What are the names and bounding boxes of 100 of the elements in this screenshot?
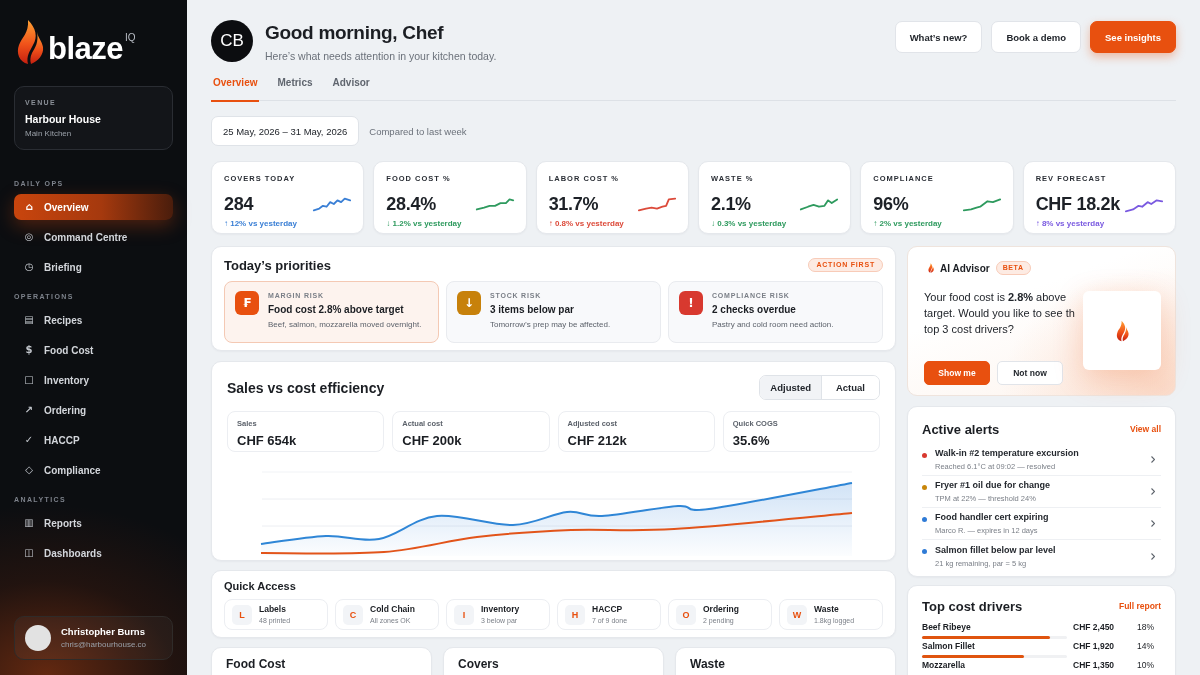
chevron-right-icon xyxy=(1151,552,1155,560)
columns-icon: ◫ xyxy=(24,547,34,559)
shortcut-label: Waste xyxy=(814,604,839,614)
stat-value: 35.6% xyxy=(732,433,770,449)
user-card[interactable]: Christopher Burns chris@harbourhouse.co xyxy=(14,616,173,660)
venue-sublabel: Main Kitchen xyxy=(25,129,72,139)
card-title: Food Cost xyxy=(226,657,286,671)
arrow-icon: ↗ xyxy=(24,404,34,416)
shortcut-label: Cold Chain xyxy=(370,604,415,614)
nav-item[interactable]: ▤ Recipes xyxy=(14,307,173,333)
kpi-value: 2.1% xyxy=(711,193,751,215)
letter-icon: C xyxy=(343,604,363,625)
driver-amount: CHF 2,450 xyxy=(1073,622,1115,632)
avatar-icon xyxy=(25,625,51,651)
greeting-subtitle: Here’s what needs attention in your kitchen today. xyxy=(265,50,497,63)
grid-icon: ▥ xyxy=(24,517,34,529)
kpi-value: CHF 18.2k xyxy=(1035,193,1120,215)
target-icon: ◎ xyxy=(24,231,34,243)
nav-item[interactable]: ◎ Command Centre xyxy=(14,224,173,250)
priority-title: 2 checks overdue xyxy=(712,304,796,316)
tab[interactable]: Metrics xyxy=(275,76,315,102)
stat-value: CHF 654k xyxy=(237,433,297,449)
user-email: chris@harbourhouse.co xyxy=(61,640,147,650)
card-title: Today’s priorities xyxy=(224,257,331,273)
nav-item[interactable]: $ Food Cost xyxy=(14,337,173,363)
flame-icon xyxy=(1115,319,1129,342)
square-icon: □ xyxy=(24,374,34,386)
tab[interactable]: Advisor xyxy=(330,76,372,102)
card-title: Top cost drivers xyxy=(922,598,1023,614)
letter-icon: W xyxy=(787,604,807,625)
nav-item[interactable]: ◫ Dashboards xyxy=(14,540,173,566)
nav-item[interactable]: □ Inventory xyxy=(14,367,173,393)
greeting-title: Good morning, Chef xyxy=(265,21,444,45)
nav-item[interactable]: ⌂ Overview xyxy=(14,194,173,220)
segment-button[interactable]: Actual xyxy=(821,376,879,399)
venue-name: Harbour House xyxy=(25,113,101,126)
shortcut-label: HACCP xyxy=(592,604,623,614)
driver-name: Mozzarella xyxy=(922,660,965,670)
priority-detail: Pastry and cold room need action. xyxy=(712,320,834,330)
shortcut-label: Ordering xyxy=(703,604,739,614)
kpi-value: 31.7% xyxy=(548,193,599,215)
priority-title: Food cost 2.8% above target xyxy=(268,304,404,316)
kpi-value: 284 xyxy=(224,193,254,215)
segment-button[interactable]: Adjusted xyxy=(760,376,821,399)
stat-value: CHF 212k xyxy=(567,433,627,449)
advisor-title: AI Advisor xyxy=(940,262,990,274)
check-icon: ✓ xyxy=(24,434,34,446)
driver-share: 10% xyxy=(1137,660,1154,670)
kpi-delta: ↑ 2% vs yesterday xyxy=(873,219,942,229)
driver-share: 14% xyxy=(1137,641,1154,651)
nav-item[interactable]: ▥ Reports xyxy=(14,510,173,536)
comparison-note: Compared to last week xyxy=(369,125,467,137)
secondary-button[interactable]: Not now xyxy=(997,361,1063,385)
exclamation-icon: ! xyxy=(679,291,703,315)
priority-title: 3 items below par xyxy=(490,304,574,316)
kpi-delta: ↑ 12% vs yesterday xyxy=(224,219,297,229)
primary-button[interactable]: See insights xyxy=(1090,21,1176,53)
letter-icon: H xyxy=(565,604,585,625)
driver-name: Salmon Fillet xyxy=(922,641,975,651)
diamond-icon: ◇ xyxy=(24,464,34,476)
clock-icon: ◷ xyxy=(24,261,34,273)
nav-item[interactable]: ◇ Compliance xyxy=(14,457,173,483)
chevron-right-icon xyxy=(1151,520,1155,527)
alert-title: Salmon fillet below par level xyxy=(935,544,1056,556)
full-report-link[interactable]: Full report xyxy=(1118,601,1161,611)
date-range-picker[interactable]: 25 May, 2026 – 31 May, 2026 xyxy=(211,116,360,146)
shortcut-label: Inventory xyxy=(481,604,520,614)
kpi-value: 96% xyxy=(873,193,909,215)
driver-amount: CHF 1,350 xyxy=(1073,660,1115,670)
home-icon: ⌂ xyxy=(24,201,34,213)
chevron-right-icon xyxy=(1151,488,1155,495)
primary-button[interactable]: Show me xyxy=(924,361,990,385)
card-title: Sales vs cost efficiency xyxy=(227,379,385,396)
kpi-delta: ↓ 0.3% vs yesterday xyxy=(711,219,787,229)
nav-item[interactable]: ↗ Ordering xyxy=(14,397,173,423)
flame-icon xyxy=(16,20,44,64)
nav-item[interactable]: ◷ Briefing xyxy=(14,254,173,280)
nav-item[interactable]: ✓ HACCP xyxy=(14,427,173,453)
arrow-down-icon: ↓ xyxy=(457,291,481,315)
kpi-delta: ↓ 1.2% vs yesterday xyxy=(386,219,462,229)
user-name: Christopher Burns xyxy=(61,626,145,638)
driver-amount: CHF 1,920 xyxy=(1073,641,1115,651)
card-title: Active alerts xyxy=(922,421,1000,437)
logo-suffix: IQ xyxy=(125,32,136,43)
kpi-delta: ↑ 0.8% vs yesterday xyxy=(548,219,624,229)
letter-icon: I xyxy=(454,604,474,625)
franc-icon: ₣ xyxy=(235,291,259,315)
secondary-button[interactable]: Book a demo xyxy=(991,21,1082,53)
secondary-button[interactable]: What’s new? xyxy=(894,21,983,53)
card-title: Covers xyxy=(458,657,499,671)
driver-name: Beef Ribeye xyxy=(922,622,971,632)
alert-title: Walk-in #2 temperature excursion xyxy=(935,448,1079,459)
list-icon: ▤ xyxy=(24,314,34,326)
card-title: Quick Access xyxy=(224,579,296,593)
driver-share: 18% xyxy=(1137,622,1154,632)
priority-detail: Beef, salmon, mozzarella moved overnight. xyxy=(268,320,422,330)
chevron-right-icon xyxy=(1151,456,1155,463)
alert-title: Food handler cert expiring xyxy=(935,512,1049,523)
priority-detail: Tomorrow’s prep may be affected. xyxy=(490,320,611,330)
view-all-link[interactable]: View all xyxy=(1129,424,1161,434)
